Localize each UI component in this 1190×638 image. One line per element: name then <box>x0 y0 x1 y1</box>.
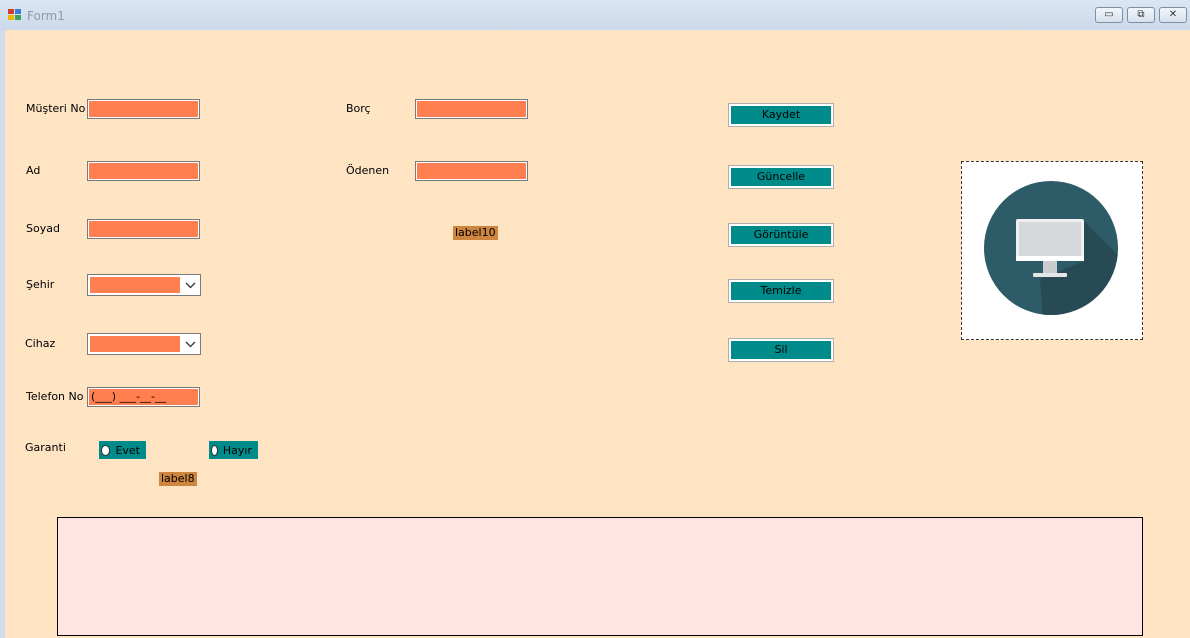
window-title: Form1 <box>27 9 65 23</box>
telefon-label: Telefon No <box>26 390 84 403</box>
radio-circle-icon <box>101 444 111 456</box>
garanti-evet-radio[interactable]: Evet <box>99 441 146 459</box>
ad-label: Ad <box>26 164 41 177</box>
odenen-label: Ödenen <box>346 164 390 177</box>
borc-label: Borç <box>346 102 371 115</box>
chevron-down-icon[interactable] <box>184 279 197 291</box>
sil-button[interactable]: Sil <box>728 338 834 362</box>
minimize-button[interactable]: ▭ <box>1095 7 1123 23</box>
cihaz-combobox[interactable] <box>87 333 201 355</box>
soyad-input[interactable] <box>87 219 200 239</box>
picture-box[interactable] <box>961 161 1143 340</box>
sehir-combobox[interactable] <box>87 274 201 296</box>
temizle-button[interactable]: Temizle <box>728 279 834 303</box>
musteri-no-label: Müşteri No <box>26 102 86 115</box>
label10: label10 <box>453 226 498 240</box>
kaydet-button[interactable]: Kaydet <box>728 103 834 127</box>
musteri-no-input[interactable] <box>87 99 200 119</box>
data-grid[interactable] <box>57 517 1143 636</box>
radio-circle-icon <box>211 444 218 456</box>
soyad-label: Soyad <box>26 222 60 235</box>
maximize-button[interactable]: ⧉ <box>1127 7 1155 23</box>
borc-input[interactable] <box>415 99 528 119</box>
garanti-hayir-radio[interactable]: Hayır <box>209 441 258 459</box>
guncelle-button[interactable]: Güncelle <box>728 165 834 189</box>
label8: label8 <box>159 472 197 486</box>
ad-input[interactable] <box>87 161 200 181</box>
form-client-area: Müşteri No Ad Soyad Şehir Cihaz Telefon … <box>5 30 1190 638</box>
sehir-label: Şehir <box>26 278 55 291</box>
garanti-label: Garanti <box>25 441 66 454</box>
monitor-icon <box>984 181 1118 315</box>
telefon-masked-input[interactable]: (___) ___-__-__ <box>87 387 200 407</box>
goruntule-button[interactable]: Görüntüle <box>728 223 834 247</box>
odenen-input[interactable] <box>415 161 528 181</box>
close-button[interactable]: ✕ <box>1159 7 1187 23</box>
title-bar: Form1 ▭ ⧉ ✕ <box>0 0 1190 30</box>
chevron-down-icon[interactable] <box>184 338 197 350</box>
cihaz-label: Cihaz <box>25 337 56 350</box>
app-icon <box>8 9 22 21</box>
